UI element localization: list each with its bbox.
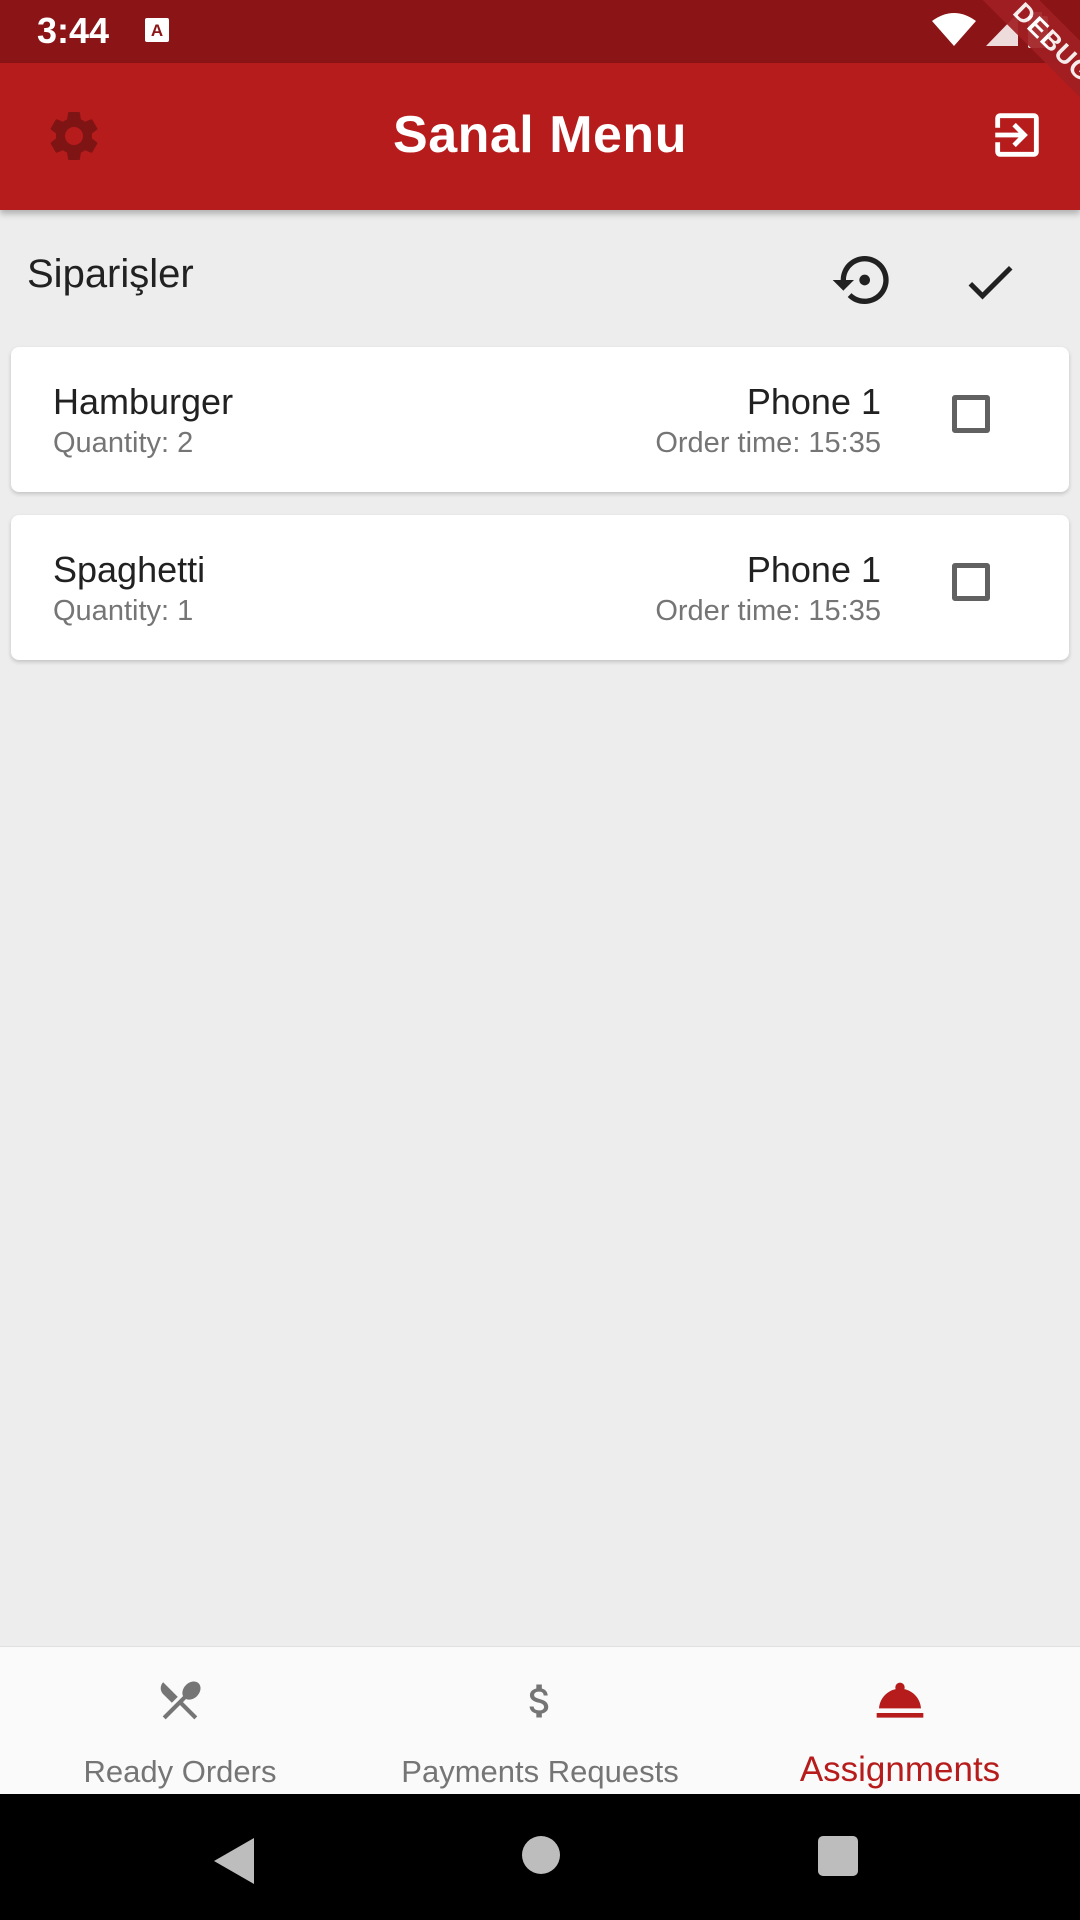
order-table-name: Phone 1 xyxy=(746,381,881,422)
utensils-icon xyxy=(160,1681,201,1720)
app-bar: Sanal Menu xyxy=(0,63,1080,210)
keyboard-a-icon: A xyxy=(145,18,169,42)
recent-apps-icon[interactable] xyxy=(818,1836,858,1876)
nav-payments-requests[interactable]: Payments Requests xyxy=(360,1647,720,1795)
history-restore-icon[interactable] xyxy=(830,248,894,312)
order-time: Order time: 15:35 xyxy=(655,595,881,627)
status-time: 3:44 xyxy=(37,10,110,51)
back-icon[interactable] xyxy=(214,1838,254,1884)
order-card[interactable]: Spaghetti Quantity: 1 Phone 1 Order time… xyxy=(11,515,1069,660)
order-item-name: Spaghetti xyxy=(53,549,206,590)
order-card[interactable]: Hamburger Quantity: 2 Phone 1 Order time… xyxy=(11,347,1069,492)
wifi-icon xyxy=(932,13,976,46)
system-navigation-bar xyxy=(0,1794,1080,1920)
home-icon[interactable] xyxy=(522,1836,560,1874)
room-service-icon xyxy=(876,1682,924,1718)
dollar-icon xyxy=(529,1684,549,1718)
order-checkbox[interactable] xyxy=(952,563,990,601)
order-checkbox[interactable] xyxy=(952,395,990,433)
bottom-navigation: Ready Orders Payments Requests Assignmen… xyxy=(0,1646,1080,1795)
orders-header: Siparişler xyxy=(0,210,1080,340)
order-time: Order time: 15:35 xyxy=(655,427,881,459)
app-title: Sanal Menu xyxy=(393,106,687,164)
order-table-name: Phone 1 xyxy=(746,549,881,590)
nav-ready-orders[interactable]: Ready Orders xyxy=(0,1647,360,1795)
status-bar: 3:44 A xyxy=(0,0,1080,63)
order-item-name: Hamburger xyxy=(53,381,234,422)
svg-text:A: A xyxy=(151,21,163,40)
order-item-quantity: Quantity: 1 xyxy=(53,595,194,627)
logout-icon[interactable] xyxy=(988,106,1046,164)
nav-assignments[interactable]: Assignments xyxy=(720,1647,1080,1795)
nav-label: Payments Requests xyxy=(401,1754,679,1789)
nav-label: Assignments xyxy=(799,1750,1001,1789)
section-title: Siparişler xyxy=(27,252,194,296)
order-item-quantity: Quantity: 2 xyxy=(53,427,194,459)
check-all-icon[interactable] xyxy=(960,252,1020,312)
nav-label: Ready Orders xyxy=(83,1754,277,1789)
